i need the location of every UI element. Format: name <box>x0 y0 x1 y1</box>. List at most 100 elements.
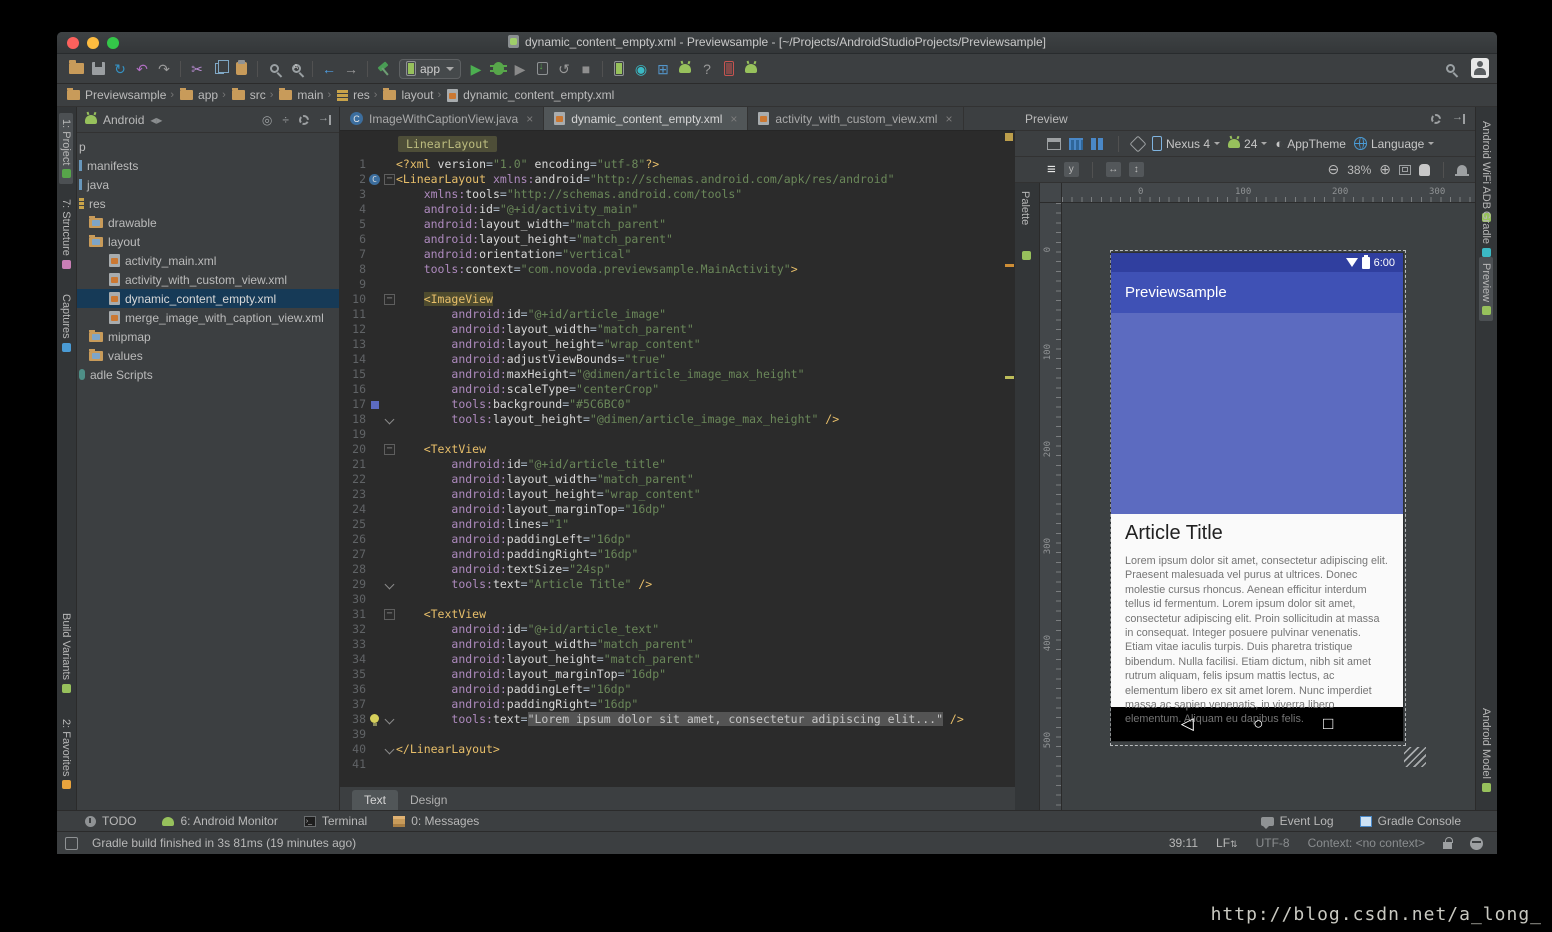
project-structure-icon[interactable]: ⊞ <box>652 58 674 80</box>
run-icon[interactable]: ▶ <box>465 58 487 80</box>
fold-marker[interactable] <box>383 577 396 592</box>
code-editor[interactable]: 1 <?xml version="1.0" encoding="utf-8"?> 2… <box>340 157 1003 772</box>
restart-icon[interactable]: ↺ <box>553 58 575 80</box>
layout-columns-icon[interactable] <box>1091 137 1105 150</box>
fold-marker[interactable] <box>383 607 396 622</box>
encoding-selector[interactable]: UTF-8 <box>1256 836 1290 850</box>
show-all-screens-icon[interactable] <box>1069 137 1083 150</box>
editor-mode-tab-design[interactable]: Design <box>398 790 459 810</box>
toolwindow-button-1-project[interactable]: 1: Project <box>59 113 73 185</box>
language-selector[interactable]: Language <box>1353 137 1435 151</box>
find-icon[interactable] <box>263 58 285 80</box>
breadcrumb-item[interactable]: dynamic_content_empty.xml <box>447 88 614 102</box>
debug-icon[interactable] <box>487 58 509 80</box>
nav-back-icon[interactable]: ◁ <box>1181 714 1194 734</box>
resize-handle-icon[interactable] <box>1404 747 1426 767</box>
orientation-icon[interactable] <box>1129 135 1147 152</box>
save-all-icon[interactable] <box>87 58 109 80</box>
tree-item[interactable]: p <box>77 137 339 156</box>
palette-tab[interactable]: Palette <box>1019 191 1031 225</box>
lock-icon[interactable] <box>1443 836 1453 849</box>
editor-tab[interactable]: dynamic_content_empty.xml × <box>544 107 749 130</box>
preview-canvas[interactable]: 0 100 200 300 0 100 200 300 400 500 6:00 Preview… <box>1040 183 1475 810</box>
fold-marker[interactable] <box>383 412 396 427</box>
wifi-adb-icon[interactable] <box>740 58 762 80</box>
design-time-attrs-icon[interactable]: y <box>1063 162 1079 177</box>
fold-marker[interactable] <box>383 712 396 727</box>
close-tab-icon[interactable]: × <box>945 112 952 126</box>
stop-icon[interactable]: ■ <box>575 58 597 80</box>
tree-item[interactable]: layout <box>77 232 339 251</box>
tree-item[interactable]: java <box>77 175 339 194</box>
forward-icon[interactable]: → <box>340 58 362 80</box>
toolwindow-button-terminal[interactable]: ›_ Terminal <box>303 814 367 828</box>
toolwindow-button-android-model[interactable]: Android Model <box>1479 702 1493 798</box>
coverage-icon[interactable]: ▶ <box>509 58 531 80</box>
zoom-out-icon[interactable]: ⊖ <box>1328 161 1340 178</box>
pan-icon[interactable] <box>1419 163 1430 176</box>
attach-debugger-icon[interactable] <box>531 58 553 80</box>
zoom-in-icon[interactable]: ⊕ <box>1379 161 1391 178</box>
intention-bulb-icon[interactable] <box>370 714 379 726</box>
toolwindow-button-build-variants[interactable]: Build Variants <box>59 607 73 699</box>
avd-manager-icon[interactable] <box>608 58 630 80</box>
nav-recents-icon[interactable]: □ <box>1323 714 1333 734</box>
locate-file-icon[interactable]: ◎ <box>262 113 272 127</box>
undo-icon[interactable]: ↶ <box>131 58 153 80</box>
sdk-manager-icon[interactable] <box>674 58 696 80</box>
editor-mode-tab-text[interactable]: Text <box>352 790 399 810</box>
tree-item[interactable]: drawable <box>77 213 339 232</box>
preview-settings-icon[interactable] <box>1431 113 1441 124</box>
inspections-icon[interactable] <box>1470 836 1483 850</box>
editor-breadcrumb-tag[interactable]: LinearLayout <box>398 136 498 152</box>
toolwindow-button-6-android-monitor[interactable]: 6: Android Monitor <box>162 814 278 828</box>
config-menu-icon[interactable]: ≡ <box>1047 161 1056 178</box>
tree-item[interactable]: activity_main.xml <box>77 251 339 270</box>
device-preview[interactable]: 6:00 Previewsample Article Title Lorem i… <box>1111 253 1403 741</box>
project-panel-header[interactable]: Android ◂▸ ◎ ÷ <box>77 107 339 133</box>
caret-position[interactable]: 39:11 <box>1169 836 1198 850</box>
fold-marker[interactable] <box>383 172 396 187</box>
breadcrumb-item[interactable]: app <box>180 88 218 102</box>
toolwindow-button-0-messages[interactable]: 0: Messages <box>393 814 479 828</box>
tree-item[interactable]: merge_image_with_caption_view.xml <box>77 308 339 327</box>
toolwindow-toggle-icon[interactable] <box>65 836 78 850</box>
view-switch-arrows-icon[interactable]: ◂▸ <box>150 113 162 127</box>
search-everywhere-icon[interactable] <box>1439 57 1461 79</box>
breadcrumb-item[interactable]: src <box>231 88 266 102</box>
toolwindow-button-preview[interactable]: Preview <box>1479 257 1493 322</box>
tree-item[interactable]: adle Scripts <box>77 365 339 384</box>
tree-item[interactable]: activity_with_custom_view.xml <box>77 270 339 289</box>
zoom-fit-icon[interactable] <box>1399 164 1411 175</box>
sync-icon[interactable]: ↻ <box>109 58 131 80</box>
back-icon[interactable]: ← <box>318 58 340 80</box>
breadcrumb-item[interactable]: main <box>279 88 323 102</box>
breadcrumb-item[interactable]: res <box>337 88 370 102</box>
hide-panel-icon[interactable] <box>318 112 331 125</box>
editor-scrollbar[interactable] <box>1003 131 1015 786</box>
project-view-selector[interactable]: Android <box>103 113 144 127</box>
toolwindow-button-2-favorites[interactable]: 2: Favorites <box>59 713 73 795</box>
help-icon[interactable]: ? <box>696 58 718 80</box>
copy-icon[interactable] <box>208 58 230 80</box>
stretch-width-icon[interactable]: ↔ <box>1105 162 1121 177</box>
toolwindow-button-captures[interactable]: Captures <box>59 288 73 358</box>
toolwindow-button-7-structure[interactable]: 7: Structure <box>59 193 73 275</box>
editor-tab[interactable]: activity_with_custom_view.xml × <box>748 107 964 130</box>
api-selector[interactable]: 24 <box>1228 137 1268 151</box>
layout-variant-icon[interactable] <box>1047 137 1061 150</box>
nav-home-icon[interactable]: ○ <box>1253 714 1263 734</box>
sync-gradle-icon[interactable]: ◉ <box>630 58 652 80</box>
tree-item[interactable]: values <box>77 346 339 365</box>
fold-marker[interactable] <box>383 442 396 457</box>
toolwindow-button-gradle[interactable]: Gradle <box>1479 205 1493 263</box>
run-config-dropdown[interactable]: app <box>399 58 462 79</box>
make-project-icon[interactable] <box>373 58 395 80</box>
line-ending-selector[interactable]: LF⇅ <box>1216 836 1238 850</box>
close-tab-icon[interactable]: × <box>730 112 737 126</box>
captures-icon[interactable] <box>718 58 740 80</box>
open-project-icon[interactable] <box>65 58 87 80</box>
toolwindow-button-todo[interactable]: TODO <box>85 814 136 828</box>
replace-icon[interactable] <box>285 58 307 80</box>
collapse-all-icon[interactable]: ÷ <box>282 113 289 127</box>
